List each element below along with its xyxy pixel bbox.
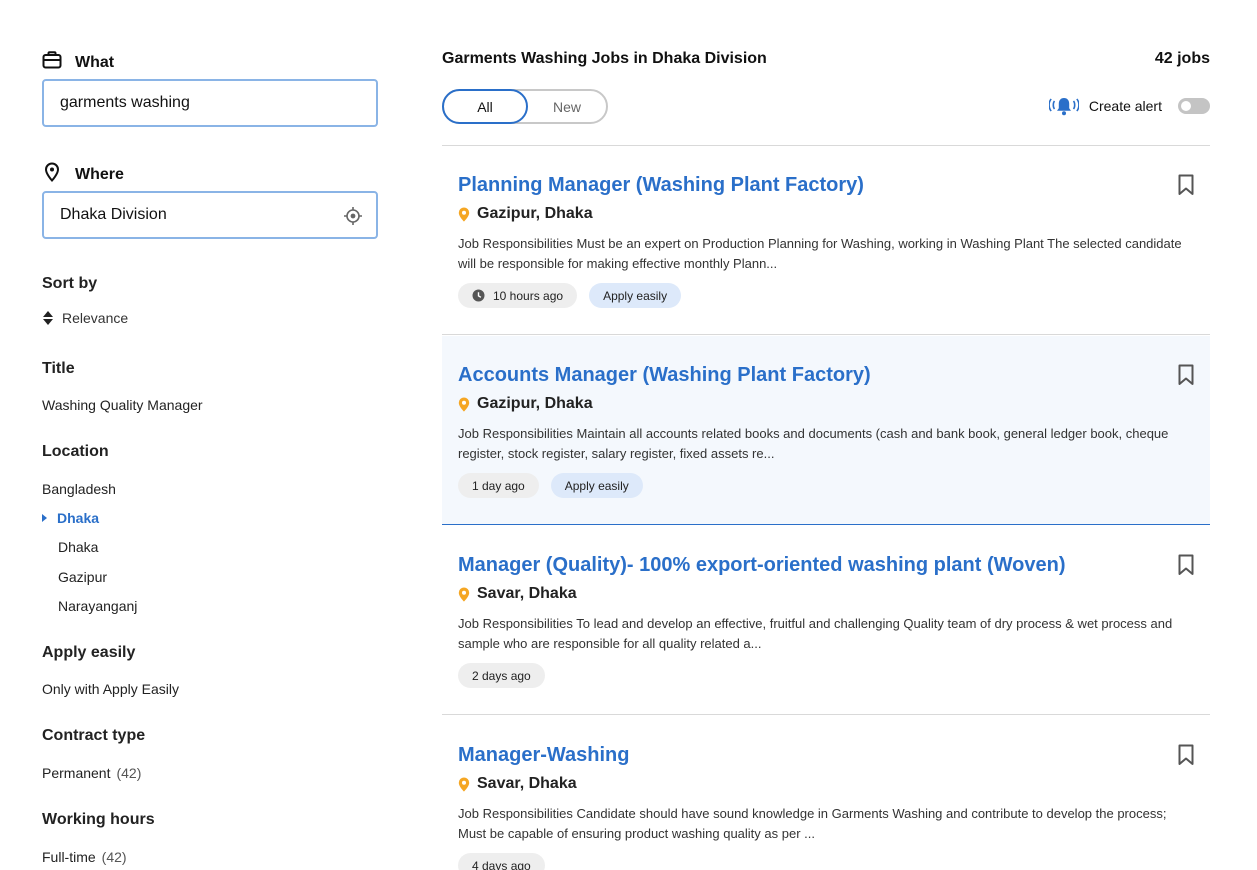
title-filter-item[interactable]: Washing Quality Manager [42, 397, 203, 413]
tab-new[interactable]: New [528, 91, 606, 122]
apply-filter-item[interactable]: Only with Apply Easily [42, 681, 179, 697]
location-item-dhaka[interactable]: Dhaka [58, 539, 98, 555]
job-title[interactable]: Manager-Washing [458, 744, 630, 767]
contract-filter-title: Contract type [42, 727, 146, 744]
job-title[interactable]: Accounts Manager (Washing Plant Factory) [458, 364, 871, 387]
apply-filter-title: Apply easily [42, 644, 136, 661]
what-input-value: garments washing [60, 94, 190, 111]
job-description: Job Responsibilities To lead and develop… [458, 616, 1173, 651]
posted-badge: 2 days ago [458, 663, 545, 688]
job-card[interactable]: Planning Manager (Washing Plant Factory)… [442, 146, 1210, 335]
alert-toggle-knob [1181, 101, 1191, 111]
job-title[interactable]: Planning Manager (Washing Plant Factory) [458, 174, 864, 197]
apply-easily-badge: Apply easily [550, 473, 643, 498]
bell-icon [1048, 95, 1080, 117]
job-location: Gazipur, Dhaka [458, 395, 593, 413]
job-tags: 4 days ago [458, 853, 557, 870]
where-label: Where [42, 162, 124, 185]
job-location: Savar, Dhaka [458, 585, 577, 603]
job-location-label: Gazipur, Dhaka [477, 205, 593, 222]
create-alert-label: Create alert [1088, 98, 1162, 114]
map-pin-icon [42, 162, 62, 182]
what-label: What [42, 50, 114, 73]
sort-by-title: Sort by [42, 275, 98, 292]
job-description: Job Responsibilities Maintain all accoun… [458, 426, 1169, 461]
bookmark-icon[interactable] [1178, 174, 1194, 196]
job-tags: 10 hours ago Apply easily [458, 283, 693, 308]
alert-toggle[interactable] [1178, 98, 1210, 114]
job-description: Job Responsibilities Must be an expert o… [458, 236, 1182, 271]
job-title[interactable]: Manager (Quality)- 100% export-oriented … [458, 554, 1066, 577]
contract-filter-item[interactable]: Permanent (42) [42, 765, 141, 781]
job-card[interactable]: Manager-Washing Savar, Dhaka Job Respons… [442, 716, 1210, 870]
page-title: Garments Washing Jobs in Dhaka Division [442, 50, 767, 67]
crosshair-icon[interactable] [343, 206, 363, 226]
caret-right-icon [42, 514, 47, 522]
posted-badge: 10 hours ago [458, 283, 578, 308]
tab-all[interactable]: All [442, 89, 528, 124]
create-alert: Create alert [1048, 93, 1210, 119]
posted-label: 10 hours ago [493, 288, 564, 303]
location-item-gazipur[interactable]: Gazipur [58, 569, 107, 585]
apply-easily-badge: Apply easily [589, 283, 682, 308]
title-filter-title: Title [42, 360, 75, 377]
map-pin-icon [458, 397, 470, 412]
clock-icon [472, 289, 485, 302]
where-input[interactable]: Dhaka Division [42, 191, 378, 239]
date-filter-toggle: All New [442, 89, 608, 124]
sort-icon [42, 309, 54, 327]
sort-value: Relevance [62, 310, 129, 326]
job-description: Job Responsibilities Candidate should ha… [458, 806, 1167, 841]
posted-badge: 1 day ago [458, 473, 539, 498]
job-location-label: Savar, Dhaka [477, 585, 577, 602]
location-item-narayanganj[interactable]: Narayanganj [58, 598, 137, 614]
job-tags: 1 day ago Apply easily [458, 473, 655, 498]
job-location-label: Savar, Dhaka [477, 775, 577, 792]
job-card[interactable]: Manager (Quality)- 100% export-oriented … [442, 526, 1210, 715]
job-count: 42 jobs [1154, 50, 1210, 67]
job-location: Gazipur, Dhaka [458, 205, 593, 223]
contract-item-count: (42) [116, 765, 142, 781]
location-selected-label: Dhaka [57, 510, 100, 526]
location-filter-title: Location [42, 443, 109, 460]
job-tags: 2 days ago [458, 663, 557, 688]
bookmark-icon[interactable] [1178, 554, 1194, 576]
map-pin-icon [458, 207, 470, 222]
where-input-value: Dhaka Division [60, 206, 167, 223]
hours-filter-item[interactable]: Full-time (42) [42, 849, 127, 865]
hours-item-label: Full-time [42, 849, 96, 865]
posted-badge: 4 days ago [458, 853, 545, 870]
location-item-dhaka-selected[interactable]: Dhaka [42, 510, 99, 526]
map-pin-icon [458, 587, 470, 602]
contract-item-label: Permanent [42, 765, 111, 781]
bookmark-icon[interactable] [1178, 744, 1194, 766]
sort-select[interactable]: Relevance [42, 309, 128, 327]
map-pin-icon [458, 777, 470, 792]
location-item-bangladesh[interactable]: Bangladesh [42, 481, 116, 497]
job-location: Savar, Dhaka [458, 775, 577, 793]
what-input[interactable]: garments washing [42, 79, 378, 127]
bookmark-icon[interactable] [1178, 364, 1194, 386]
hours-filter-title: Working hours [42, 811, 155, 828]
job-location-label: Gazipur, Dhaka [477, 395, 593, 412]
hours-item-count: (42) [101, 849, 127, 865]
job-card[interactable]: Accounts Manager (Washing Plant Factory)… [442, 336, 1210, 525]
briefcase-icon [42, 50, 62, 70]
